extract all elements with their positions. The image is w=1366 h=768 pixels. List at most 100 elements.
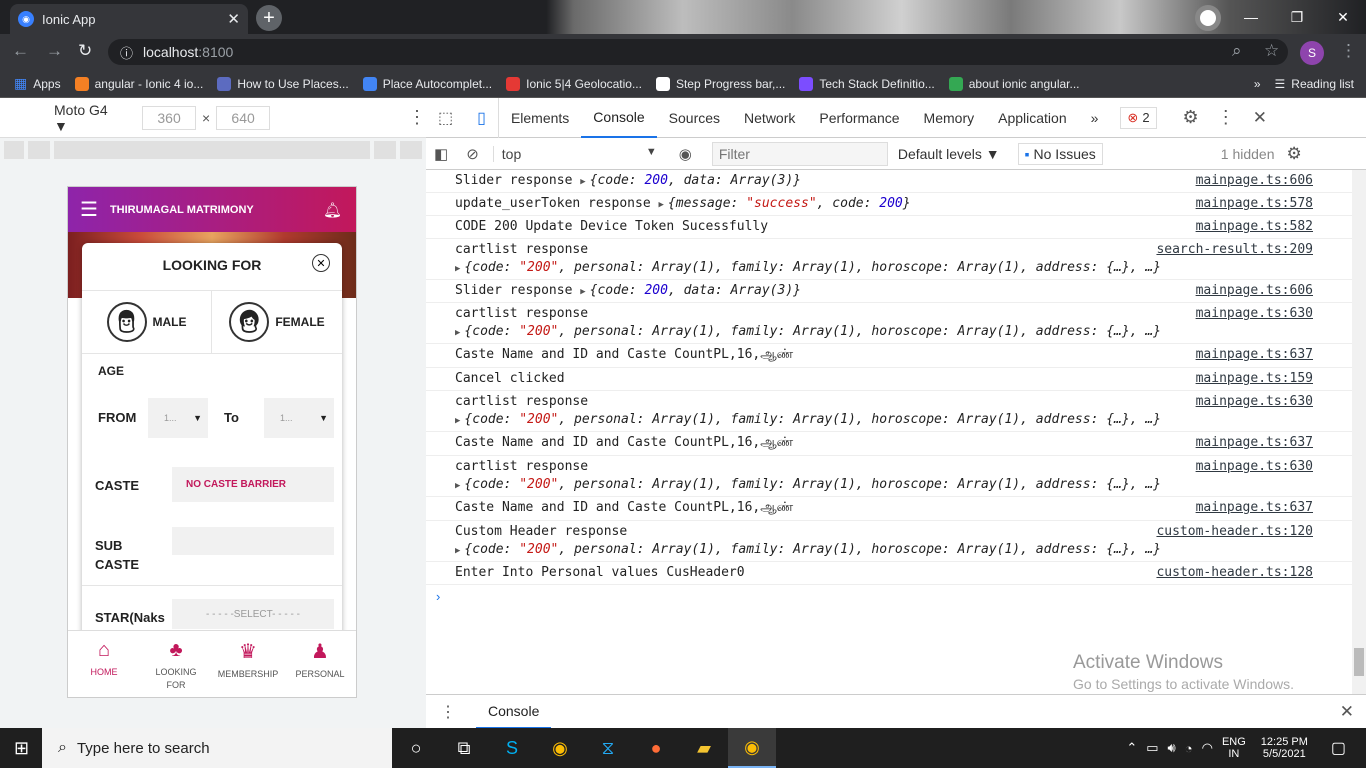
reload-icon[interactable]: ↻ bbox=[78, 41, 92, 61]
object-preview[interactable]: ▶ {code: "200", personal: Array(1), famil… bbox=[455, 321, 1352, 339]
source-link[interactable]: mainpage.ts:582 bbox=[1196, 219, 1313, 234]
bookmark-item[interactable]: Place Autocomplet... bbox=[362, 76, 492, 91]
source-link[interactable]: mainpage.ts:630 bbox=[1196, 394, 1313, 409]
console-settings-gear-icon[interactable]: ⚙ bbox=[1286, 144, 1301, 164]
star-select[interactable]: - - - - -SELECT- - - - - bbox=[172, 599, 334, 629]
device-height-input[interactable]: 640 bbox=[216, 105, 271, 130]
tab-close-icon[interactable]: ✕ bbox=[227, 10, 240, 28]
expand-triangle-icon[interactable]: ▶ bbox=[455, 328, 460, 338]
chrome-icon[interactable]: ◉ bbox=[536, 728, 584, 768]
context-select[interactable]: top ▼ bbox=[492, 145, 657, 162]
drawer-console-tab[interactable]: Console bbox=[476, 695, 552, 729]
forward-icon[interactable]: → bbox=[46, 41, 63, 61]
clock[interactable]: 12:25 PM 5/5/2021 bbox=[1261, 736, 1308, 760]
expand-triangle-icon[interactable]: ▶ bbox=[580, 287, 585, 297]
object-preview[interactable]: ▶ {code: 200, data: Array(3)} bbox=[580, 173, 801, 188]
object-preview[interactable]: ▶ {code: "200", personal: Array(1), famil… bbox=[455, 539, 1352, 557]
source-link[interactable]: mainpage.ts:578 bbox=[1196, 196, 1313, 211]
notification-bell-icon[interactable]: 🔔︎ bbox=[323, 201, 342, 219]
devtools-tab-memory[interactable]: Memory bbox=[912, 98, 987, 138]
age-from-select[interactable]: 1... ▼ bbox=[148, 398, 208, 438]
female-option[interactable]: 👩︎ FEMALE bbox=[212, 291, 342, 353]
reading-list-button[interactable]: ☰ Reading list bbox=[1275, 77, 1354, 91]
object-preview[interactable]: ▶ {message: "success", code: 200} bbox=[659, 196, 911, 211]
address-bar[interactable]: ⓘ localhost:8100 bbox=[108, 39, 1288, 65]
postman-icon[interactable]: ● bbox=[632, 728, 680, 768]
taskbar-search[interactable]: ⌕ Type here to search bbox=[42, 728, 392, 768]
close-devtools-icon[interactable]: ✕ bbox=[1253, 108, 1267, 128]
live-expression-eye-icon[interactable]: ◉ bbox=[679, 145, 692, 163]
bookmark-star-icon[interactable]: ☆ bbox=[1264, 41, 1279, 61]
ruler-segment[interactable] bbox=[54, 141, 370, 159]
object-preview[interactable]: ▶ {code: "200", personal: Array(1), famil… bbox=[455, 257, 1352, 275]
age-to-select[interactable]: 1... ▼ bbox=[264, 398, 334, 438]
devtools-tab-network[interactable]: Network bbox=[732, 98, 807, 138]
inspect-element-icon[interactable]: ⬚ bbox=[426, 98, 465, 138]
console-prompt[interactable]: › bbox=[426, 585, 1352, 604]
expand-triangle-icon[interactable]: ▶ bbox=[455, 481, 460, 491]
log-levels-select[interactable]: Default levels ▼ bbox=[898, 146, 1000, 162]
source-link[interactable]: mainpage.ts:630 bbox=[1196, 459, 1313, 474]
bookmark-item[interactable]: Apps bbox=[33, 77, 60, 91]
caste-select[interactable]: NO CASTE BARRIER bbox=[172, 467, 334, 502]
expand-triangle-icon[interactable]: ▶ bbox=[580, 177, 585, 187]
maximize-button[interactable]: ❐ bbox=[1274, 0, 1320, 34]
nav-item-membership[interactable]: ♛ MEMBERSHIP bbox=[212, 631, 284, 697]
cortana-icon[interactable]: ○ bbox=[392, 728, 440, 768]
source-link[interactable]: mainpage.ts:606 bbox=[1196, 283, 1313, 298]
battery-icon[interactable]: ▭ bbox=[1146, 740, 1158, 756]
close-window-button[interactable]: ✕ bbox=[1320, 0, 1366, 34]
devtools-tab-console[interactable]: Console bbox=[581, 98, 657, 138]
show-hidden-icons-chevron[interactable]: ⌃ bbox=[1126, 740, 1137, 756]
source-link[interactable]: mainpage.ts:637 bbox=[1196, 347, 1313, 362]
drawer-menu-icon[interactable]: ⋮ bbox=[440, 702, 456, 722]
expand-triangle-icon[interactable]: ▶ bbox=[455, 546, 460, 556]
source-link[interactable]: mainpage.ts:159 bbox=[1196, 371, 1313, 386]
bookmark-item[interactable]: Ionic 5|4 Geolocatio... bbox=[506, 76, 642, 91]
file-explorer-icon[interactable]: ▰ bbox=[680, 728, 728, 768]
browser-tab[interactable]: ◉ Ionic App ✕ bbox=[10, 4, 248, 34]
nav-item-looking[interactable]: ♣ LOOKING FOR bbox=[140, 631, 212, 697]
settings-gear-icon[interactable]: ⚙ bbox=[1183, 107, 1199, 128]
source-link[interactable]: mainpage.ts:630 bbox=[1196, 306, 1313, 321]
source-link[interactable]: mainpage.ts:606 bbox=[1196, 173, 1313, 188]
source-link[interactable]: search-result.ts:209 bbox=[1156, 242, 1313, 257]
vscode-icon[interactable]: ⧖ bbox=[584, 728, 632, 768]
close-circle-icon[interactable]: ✕ bbox=[312, 254, 330, 272]
scrollbar-thumb[interactable] bbox=[1354, 648, 1364, 676]
source-link[interactable]: mainpage.ts:637 bbox=[1196, 500, 1313, 515]
new-tab-button[interactable]: + bbox=[256, 5, 282, 31]
expand-triangle-icon[interactable]: ▶ bbox=[455, 416, 460, 426]
expand-triangle-icon[interactable]: ▶ bbox=[455, 264, 460, 274]
hamburger-menu-icon[interactable]: ☰ bbox=[80, 197, 98, 222]
devtools-menu-icon[interactable]: ⋮ bbox=[1217, 107, 1235, 128]
chrome-profile-icon[interactable]: ◉ bbox=[728, 728, 776, 768]
male-option[interactable]: 👨︎ MALE bbox=[82, 291, 212, 353]
sidebar-toggle-icon[interactable]: ◧ bbox=[434, 145, 448, 163]
site-info-icon[interactable]: ⓘ bbox=[120, 43, 133, 62]
object-preview[interactable]: ▶ {code: 200, data: Array(3)} bbox=[580, 283, 801, 298]
source-link[interactable]: custom-header.ts:128 bbox=[1156, 565, 1313, 580]
object-preview[interactable]: ▶ {code: "200", personal: Array(1), famil… bbox=[455, 474, 1352, 492]
expand-triangle-icon[interactable]: ▶ bbox=[659, 200, 664, 210]
ruler-segment[interactable] bbox=[4, 141, 24, 159]
bookmark-item[interactable]: angular - Ionic 4 io... bbox=[74, 76, 203, 91]
minimize-button[interactable]: — bbox=[1228, 0, 1274, 34]
profile-avatar[interactable]: S bbox=[1300, 41, 1324, 65]
network-icon[interactable]: ◔ bbox=[1185, 741, 1193, 756]
console-filter-input[interactable] bbox=[711, 141, 888, 166]
issues-button[interactable]: ▪ No Issues bbox=[1017, 142, 1103, 165]
task-view-icon[interactable]: ⧉ bbox=[440, 728, 488, 768]
wifi-icon[interactable]: ◠ bbox=[1202, 740, 1213, 756]
source-link[interactable]: custom-header.ts:120 bbox=[1156, 524, 1313, 539]
bookmarks-overflow-button[interactable]: » bbox=[1254, 77, 1261, 91]
sub-caste-select[interactable] bbox=[172, 527, 334, 555]
error-counter[interactable]: ⊗ 2 bbox=[1120, 106, 1157, 129]
device-more-icon[interactable]: ⋮ bbox=[408, 107, 426, 128]
source-link[interactable]: mainpage.ts:637 bbox=[1196, 435, 1313, 450]
nav-item-personal[interactable]: ♟ PERSONAL bbox=[284, 631, 356, 697]
zoom-icon[interactable]: ⌕ bbox=[1232, 41, 1242, 61]
menu-kebab-icon[interactable]: ⋮ bbox=[1340, 41, 1357, 61]
console-scrollbar[interactable] bbox=[1352, 170, 1366, 694]
devtools-tab-application[interactable]: Application bbox=[986, 98, 1079, 138]
